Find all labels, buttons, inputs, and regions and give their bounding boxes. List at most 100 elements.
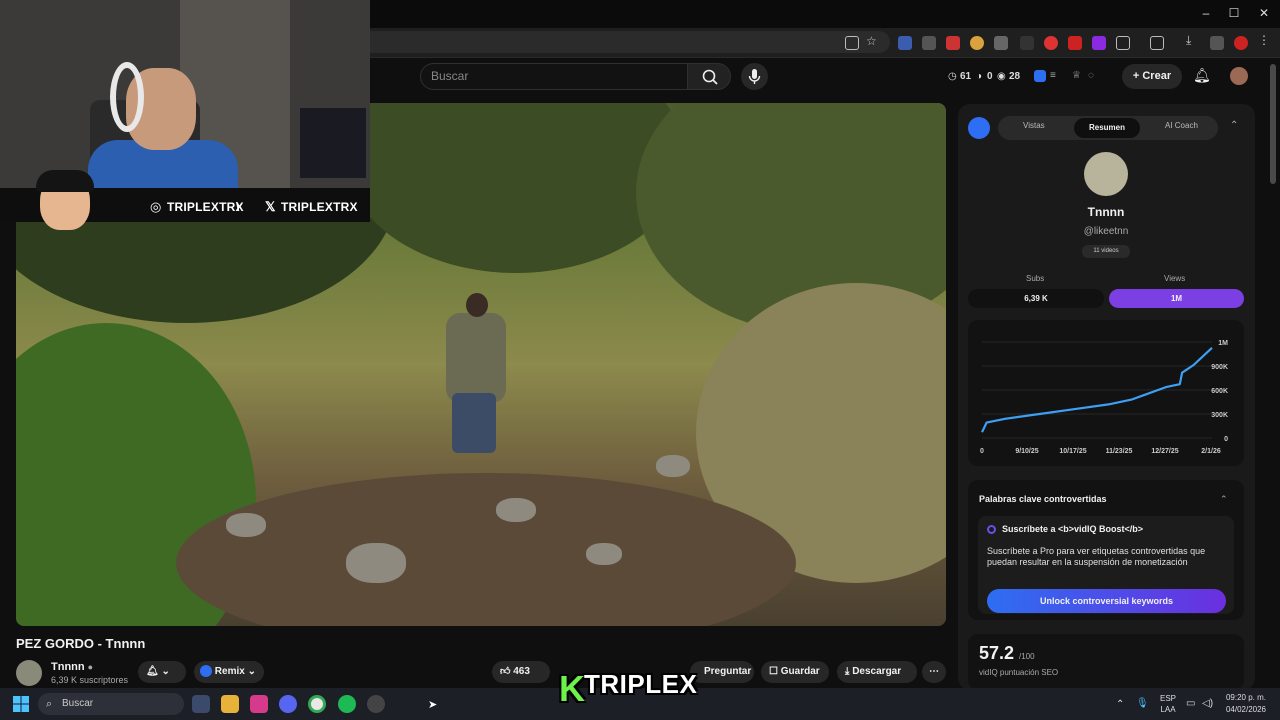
task-view-icon[interactable] <box>192 695 210 713</box>
network-icon[interactable]: ▭ <box>1186 698 1195 709</box>
seo-score-max: /100 <box>1019 652 1035 661</box>
collapse-chevron-icon[interactable]: ⌃ <box>1220 494 1228 505</box>
bookmark-star-icon[interactable]: ☆ <box>866 34 880 48</box>
x-tick-label: 9/10/25 <box>1015 448 1038 455</box>
search-button[interactable] <box>687 63 731 90</box>
maximize-button[interactable]: ☐ <box>1224 6 1244 20</box>
stream <box>176 473 796 626</box>
extension-icon[interactable] <box>1020 36 1034 50</box>
install-app-icon[interactable] <box>845 36 859 50</box>
language-indicator[interactable]: ESP <box>1157 694 1179 703</box>
trophy-icon[interactable]: ♕ <box>1072 70 1081 81</box>
y-tick-label: 0 <box>1224 436 1228 443</box>
stat-b: 0 <box>987 71 993 82</box>
vidiq-icon <box>200 665 212 678</box>
logo-k: K <box>559 668 585 709</box>
windows-start-icon[interactable] <box>12 695 30 713</box>
extension-icon[interactable] <box>970 36 984 50</box>
x-tick-label: 2/1/26 <box>1201 448 1221 455</box>
plus-icon: + <box>1132 70 1143 82</box>
subs-label: Subs <box>1026 274 1045 283</box>
microphone-tray-icon[interactable]: 🎙︎ <box>1136 698 1149 709</box>
like-count: 463 <box>513 666 530 677</box>
discord-icon[interactable] <box>279 695 297 713</box>
spotify-icon[interactable] <box>338 695 356 713</box>
list-icon[interactable]: ≡ <box>1050 70 1056 81</box>
person-shirt <box>446 313 506 403</box>
rock <box>346 543 406 583</box>
x-tick-label: 11/23/25 <box>1106 448 1133 455</box>
views-label: Views <box>1164 274 1186 283</box>
bookmark-icon: ☐ <box>769 666 778 677</box>
voice-search-button[interactable] <box>741 63 768 90</box>
search-icon <box>702 69 718 85</box>
kebab-menu-icon[interactable]: ⋮ <box>1258 33 1272 47</box>
create-label: Crear <box>1142 70 1172 82</box>
x-tick-label: 0 <box>980 448 984 455</box>
vidiq-channel-avatar <box>1084 152 1128 196</box>
extension-icon[interactable] <box>1150 36 1164 50</box>
save-label: Guardar <box>780 666 820 677</box>
chevron-down-icon: ⌄ <box>247 666 256 677</box>
address-bar[interactable] <box>360 31 890 53</box>
x-handle: TRIPLEXTRX <box>281 200 358 214</box>
tab-resumen[interactable]: Resumen <box>1074 118 1140 138</box>
create-button[interactable]: + Crear <box>1122 64 1182 89</box>
download-icon[interactable]: ⤓ <box>1186 33 1200 47</box>
vidiq-icon[interactable] <box>1034 70 1046 82</box>
search-input[interactable]: Buscar <box>420 63 688 90</box>
more-actions-button[interactable]: ⋯ <box>922 661 946 683</box>
channel-name[interactable]: Tnnnn ● <box>51 661 93 673</box>
collapse-chevron-icon[interactable]: ⌃ <box>1230 120 1238 131</box>
file-explorer-icon[interactable] <box>221 695 239 713</box>
taskbar-search[interactable]: ⌕ Buscar <box>38 693 184 715</box>
tray-expand-icon[interactable]: ⌃ <box>1116 699 1124 710</box>
tab-ai-coach[interactable]: AI Coach <box>1165 121 1198 130</box>
save-button[interactable]: ☐ Guardar <box>761 661 829 683</box>
vidiq-channel-name: Tnnnn <box>1087 205 1125 219</box>
vidiq-channel-handle: @likeetnn <box>1083 226 1129 237</box>
download-button[interactable]: ⤓ Descargar <box>837 661 917 683</box>
download-label: Descargar <box>852 666 902 677</box>
remix-button[interactable]: Remix ⌄ <box>194 661 264 683</box>
like-button[interactable]: 👍︎ 463 <box>492 661 550 683</box>
extension-icon[interactable] <box>1234 36 1248 50</box>
chrome-icon[interactable] <box>308 695 326 713</box>
instagram-handle: TRIPLEXTRX <box>167 200 244 214</box>
clock-date[interactable]: 04/02/2026 <box>1224 705 1268 714</box>
menu-icon[interactable] <box>1210 36 1224 50</box>
separator: \ <box>236 200 240 214</box>
extension-icon[interactable] <box>898 36 912 50</box>
upsell-body: Suscríbete a Pro para ver etiquetas cont… <box>987 546 1206 567</box>
vidiq-video-count: 11 videos <box>1082 245 1130 258</box>
video-title: PEZ GORDO - Tnnnn <box>16 636 146 651</box>
minimize-button[interactable]: – <box>1196 6 1216 20</box>
tab-vistas[interactable]: Vistas <box>1023 121 1045 130</box>
extensions-puzzle-icon[interactable] <box>1116 36 1130 50</box>
notifications-bell-icon[interactable]: 🔔︎ <box>1193 67 1211 84</box>
x-tick-label: 12/27/25 <box>1151 448 1178 455</box>
extension-icon[interactable] <box>1092 36 1106 50</box>
instagram-app-icon[interactable] <box>250 695 268 713</box>
close-window-button[interactable]: ✕ <box>1254 6 1274 20</box>
chat-icon[interactable]: ◌ <box>1088 70 1094 81</box>
page-scrollbar[interactable] <box>1270 64 1276 184</box>
tree-canopy <box>346 103 686 273</box>
extension-icon[interactable] <box>946 36 960 50</box>
obs-icon[interactable] <box>367 695 385 713</box>
notifications-button[interactable]: 🔔︎ ⌄ <box>138 661 186 683</box>
extension-icon[interactable] <box>922 36 936 50</box>
views-toggle[interactable]: 1M <box>1109 289 1244 308</box>
extension-icon[interactable] <box>1068 36 1082 50</box>
channel-avatar[interactable] <box>16 660 42 686</box>
unlock-keywords-button[interactable]: Unlock controversial keywords <box>987 589 1226 613</box>
extension-icon[interactable] <box>994 36 1008 50</box>
account-avatar[interactable] <box>1230 67 1248 85</box>
subs-toggle[interactable]: 6,39 K <box>968 289 1104 308</box>
y-tick-label: 300K <box>1211 412 1228 419</box>
volume-icon[interactable]: ◁) <box>1202 698 1213 709</box>
extension-icon[interactable] <box>1044 36 1058 50</box>
rock <box>656 455 690 477</box>
clock-time[interactable]: 09:20 p. m. <box>1224 693 1268 702</box>
ask-label: Preguntar <box>704 666 752 677</box>
